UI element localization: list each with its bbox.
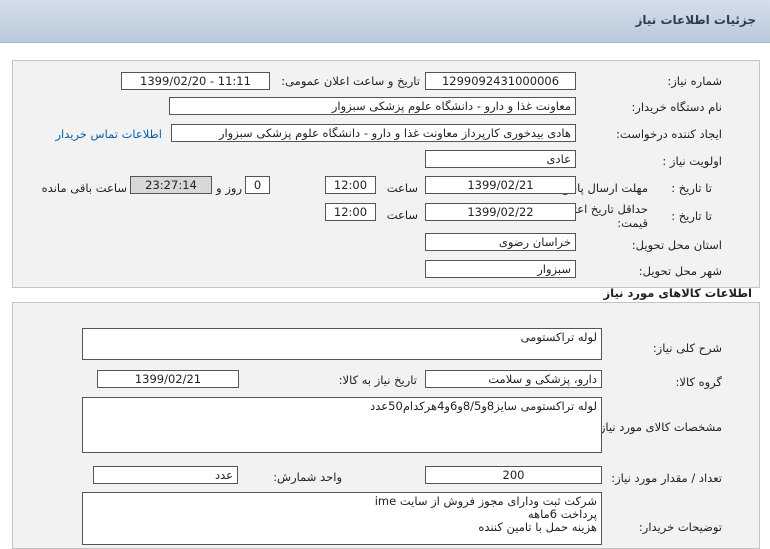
validity-date-field: 1399/02/22: [425, 203, 576, 221]
city-field: سبزوار: [425, 260, 576, 278]
need-number-field: 1299092431000006: [425, 72, 576, 90]
validity-time-field: 12:00: [325, 203, 376, 221]
goods-section-header: اطلاعات کالاهای مورد نیاز: [12, 284, 758, 302]
notes-line: هزینه حمل با تامین کننده: [478, 520, 597, 534]
qty-label: تعداد / مقدار مورد نیاز:: [611, 471, 722, 485]
priority-label: اولویت نیاز :: [662, 154, 722, 168]
deadline-to-date-label: تا تاریخ :: [671, 181, 712, 195]
deadline-time-label: ساعت: [386, 181, 418, 195]
need-number-label: شماره نیاز:: [667, 74, 722, 88]
buyer-org-label: نام دستگاه خریدار:: [631, 100, 722, 114]
unit-field: عدد: [93, 466, 238, 484]
spec-field: لوله تراکستومی سایز8و8/5و6و4هرکدام50عدد: [82, 397, 602, 453]
announce-date-field: 1399/02/20 - 11:11: [121, 72, 270, 90]
need-date-label: تاریخ نیاز به کالا:: [338, 373, 417, 387]
group-label: گروه کالا:: [675, 375, 722, 389]
city-label: شهر محل تحویل:: [638, 264, 722, 278]
buyer-org-field: معاونت غذا و دارو - دانشگاه علوم پزشکی س…: [169, 97, 576, 115]
remaining-time-field: 23:27:14: [130, 176, 212, 194]
creator-field: هادی بیدخوری کارپرداز معاونت غذا و دارو …: [171, 124, 576, 142]
notes-line: شرکت ثبت ودارای مجوز فروش از سایت ime: [374, 494, 597, 508]
need-info-panel: [12, 60, 760, 288]
announce-date-label: تاریخ و ساعت اعلان عمومی:: [281, 74, 420, 88]
creator-label: ایجاد کننده درخواست:: [616, 127, 722, 141]
remaining-label: ساعت باقی مانده: [41, 181, 127, 195]
spec-label: مشخصات کالای مورد نیاز:: [595, 420, 722, 434]
page-header: جزئیات اطلاعات نیاز: [0, 0, 770, 43]
page-title: جزئیات اطلاعات نیاز: [635, 13, 756, 27]
province-field: خراسان رضوی: [425, 233, 576, 251]
qty-field: 200: [425, 466, 602, 484]
validity-to-date-label: تا تاریخ :: [671, 209, 712, 223]
days-label: روز و: [216, 181, 242, 195]
need-date-field: 1399/02/21: [97, 370, 239, 388]
goods-section-title: اطلاعات کالاهای مورد نیاز: [603, 286, 752, 300]
validity-time-label: ساعت: [386, 208, 418, 222]
summary-field: لوله تراکستومی: [82, 328, 602, 360]
notes-field: شرکت ثبت ودارای مجوز فروش از سایت ime پر…: [82, 492, 602, 545]
deadline-time-field: 12:00: [325, 176, 376, 194]
days-remaining-field: 0: [245, 176, 270, 194]
notes-label: توضیحات خریدار:: [638, 520, 722, 534]
unit-label: واحد شمارش:: [273, 470, 342, 484]
deadline-date-field: 1399/02/21: [425, 176, 576, 194]
priority-field: عادی: [425, 150, 576, 168]
group-field: دارو، پزشکی و سلامت: [425, 370, 602, 388]
buyer-contact-link[interactable]: اطلاعات تماس خریدار: [55, 127, 162, 141]
summary-label: شرح کلی نیاز:: [652, 341, 722, 355]
province-label: استان محل تحویل:: [631, 238, 722, 252]
